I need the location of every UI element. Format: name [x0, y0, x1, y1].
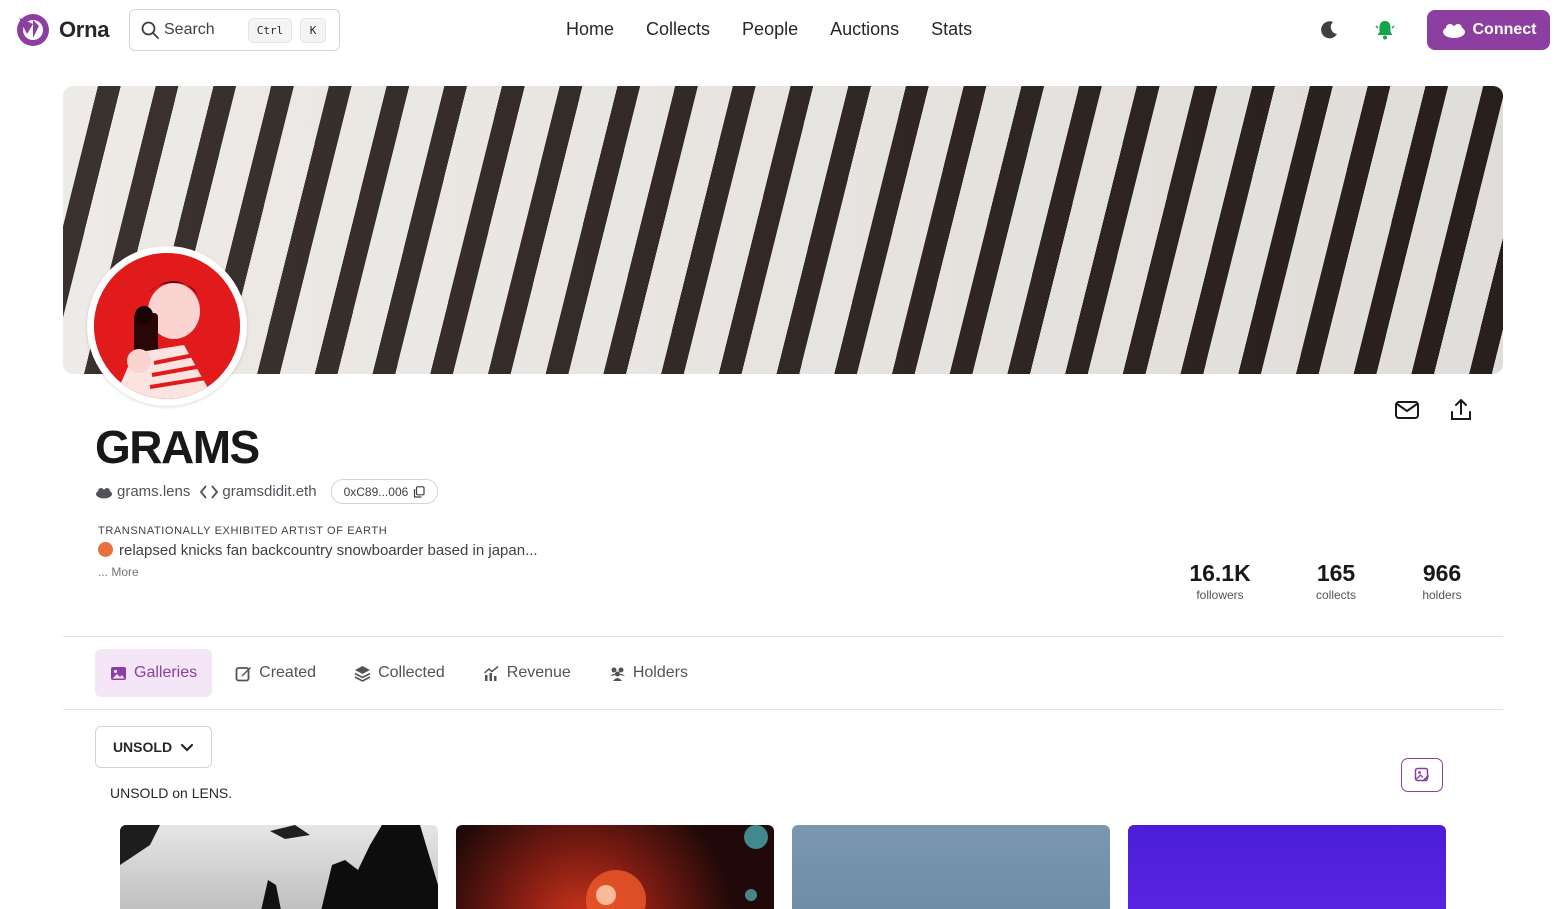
nav-link-people[interactable]: People — [742, 19, 798, 40]
gallery-card[interactable] — [120, 825, 438, 909]
envelope-icon — [1395, 401, 1419, 419]
connect-button[interactable]: Connect — [1427, 10, 1550, 50]
stat-holders-value: 966 — [1422, 560, 1462, 586]
tab-galleries[interactable]: Galleries — [95, 649, 213, 697]
tab-holders-label: Holders — [632, 664, 688, 681]
orna-logo-icon — [17, 14, 49, 46]
lens-handle[interactable]: grams.lens — [95, 483, 190, 500]
nav-link-stats[interactable]: Stats — [931, 19, 972, 40]
moon-icon[interactable] — [1318, 19, 1340, 41]
gallery-filter-select[interactable]: UNSOLD — [95, 726, 212, 768]
ens-handle-text: gramsdidit.eth — [222, 483, 317, 500]
wallet-address-pill[interactable]: 0xC89...006 — [330, 479, 439, 504]
stat-followers-label: followers — [1196, 588, 1244, 602]
stat-collects-value: 165 — [1316, 560, 1356, 586]
chevron-down-icon — [180, 743, 194, 752]
stat-holders-label: holders — [1422, 588, 1462, 602]
gallery-filter-value: UNSOLD — [112, 739, 173, 755]
basketball-icon — [98, 542, 113, 557]
layers-icon — [354, 665, 371, 682]
gallery-card[interactable] — [792, 825, 1110, 909]
top-navbar: Orna Search Ctrl K Home Collects People … — [0, 0, 1558, 62]
profile-bio: TRANSNATIONALLY EXHIBITED ARTIST OF EART… — [98, 525, 538, 579]
ens-icon — [200, 484, 219, 499]
gallery-card-image — [120, 825, 438, 909]
stat-collects[interactable]: 165 collects — [1306, 560, 1366, 602]
brand-logo[interactable]: Orna — [15, 12, 109, 48]
copy-icon[interactable] — [413, 485, 425, 498]
stat-followers[interactable]: 16.1K followers — [1180, 560, 1260, 602]
search-box[interactable]: Search Ctrl K — [129, 9, 340, 51]
tab-revenue-label: Revenue — [506, 664, 571, 681]
image-edit-icon — [1414, 767, 1430, 782]
image-icon — [111, 666, 126, 680]
connect-label: Connect — [1472, 21, 1537, 38]
gallery-image-button[interactable] — [1401, 758, 1443, 792]
bio-text: relapsed knicks fan backcountry snowboar… — [119, 542, 538, 559]
tab-holders[interactable]: Holders — [594, 649, 703, 697]
profile-tabs: Galleries Created Collected Revenue Hold… — [95, 649, 703, 697]
stat-holders[interactable]: 966 holders — [1412, 560, 1472, 602]
tab-galleries-label: Galleries — [134, 664, 198, 681]
wallet-address: 0xC89...006 — [343, 484, 409, 499]
tab-collected-label: Collected — [378, 664, 445, 681]
profile-handles: grams.lens gramsdidit.eth 0xC89...006 — [95, 479, 439, 504]
nav-link-collects[interactable]: Collects — [646, 19, 710, 40]
shortcut-ctrl-key: Ctrl — [248, 18, 292, 43]
nav-link-auctions[interactable]: Auctions — [830, 19, 899, 40]
brand-name: Orna — [59, 17, 110, 42]
stat-followers-value: 16.1K — [1189, 560, 1251, 586]
bell-icon[interactable] — [1373, 18, 1397, 42]
revenue-chart-icon — [483, 665, 499, 681]
gallery-card[interactable] — [1128, 825, 1446, 909]
users-icon — [609, 667, 625, 681]
profile-name: GRAMS — [95, 421, 260, 473]
main-menu: Home Collects People Auctions Stats — [566, 19, 972, 40]
bio-more-link[interactable]: ... More — [98, 565, 538, 579]
bio-text-line: relapsed knicks fan backcountry snowboar… — [98, 540, 538, 561]
lens-icon — [96, 487, 112, 498]
stat-collects-label: collects — [1315, 588, 1356, 602]
tabs-divider — [63, 709, 1503, 710]
gallery-card-image — [586, 825, 768, 909]
lens-icon — [1442, 24, 1465, 38]
nav-link-home[interactable]: Home — [566, 19, 614, 40]
tab-created-label: Created — [259, 664, 317, 681]
message-button[interactable] — [1393, 396, 1421, 424]
tab-created[interactable]: Created — [220, 649, 331, 697]
ens-handle[interactable]: gramsdidit.eth — [200, 483, 317, 500]
share-button[interactable] — [1447, 396, 1475, 424]
lens-handle-text: grams.lens — [117, 483, 191, 500]
share-icon — [1451, 399, 1471, 420]
section-divider — [63, 636, 1503, 637]
gallery-caption: UNSOLD on LENS. — [110, 785, 233, 801]
avatar — [87, 246, 247, 406]
edit-icon — [235, 666, 252, 681]
bio-tagline: TRANSNATIONALLY EXHIBITED ARTIST OF EART… — [98, 525, 388, 537]
search-icon — [141, 21, 159, 39]
search-placeholder: Search — [164, 21, 215, 38]
shortcut-k-key: K — [300, 18, 326, 43]
profile-cover-image — [63, 86, 1503, 374]
avatar-photo — [94, 253, 240, 399]
tab-collected[interactable]: Collected — [339, 649, 460, 697]
gallery-card[interactable] — [456, 825, 774, 909]
tab-revenue[interactable]: Revenue — [468, 649, 586, 697]
